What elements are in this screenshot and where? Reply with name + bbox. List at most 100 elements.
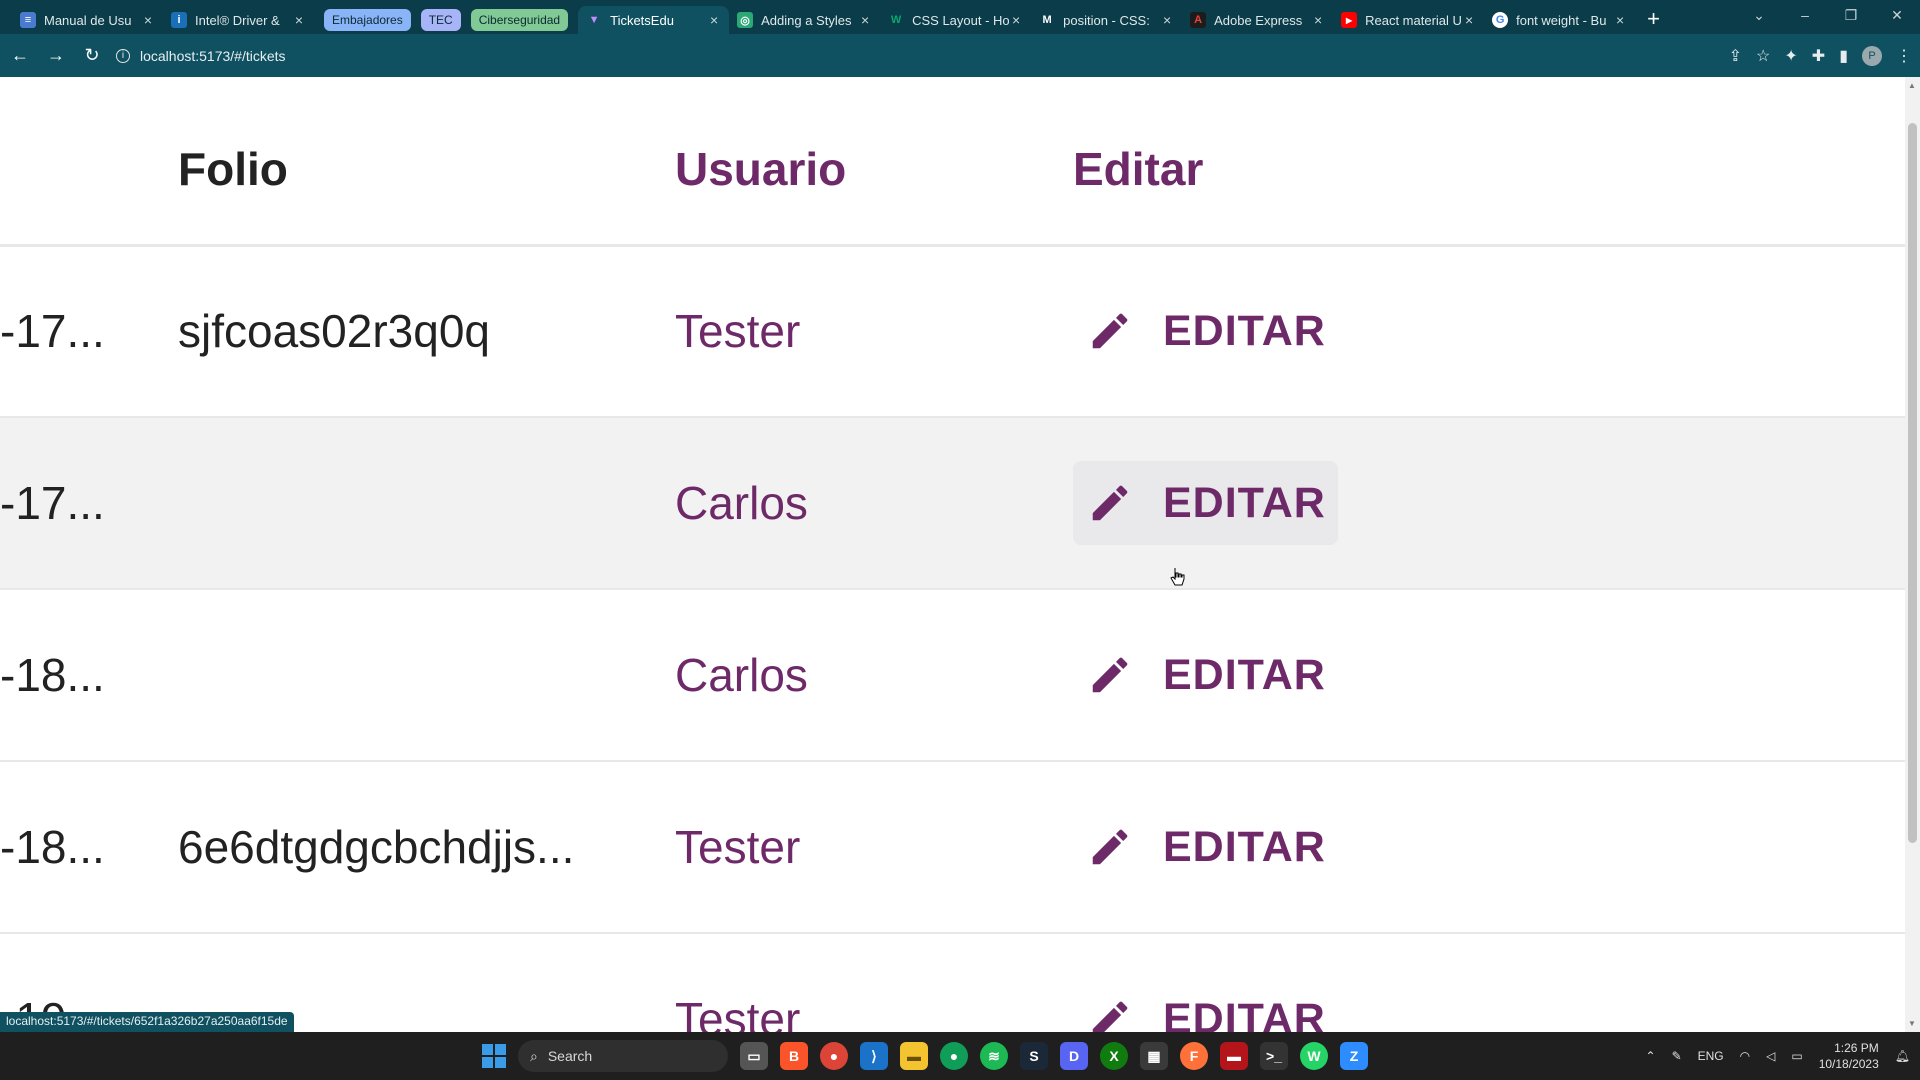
language-indicator[interactable]: ENG [1698, 1049, 1724, 1063]
close-icon[interactable]: × [1160, 12, 1174, 28]
brave-icon[interactable]: B [780, 1042, 808, 1070]
user-cell: Tester [675, 993, 801, 1032]
scroll-down-icon[interactable]: ▼ [1908, 1019, 1916, 1028]
battery-icon[interactable]: ▭ [1791, 1049, 1802, 1063]
share-icon[interactable]: ⇪ [1729, 46, 1742, 66]
extensions-puzzle-icon[interactable]: ✚ [1812, 46, 1825, 66]
bookmark-star-icon[interactable]: ☆ [1756, 46, 1770, 66]
user-cell: Tester [675, 305, 801, 358]
whatsapp-icon[interactable]: W [1300, 1042, 1328, 1070]
close-icon[interactable]: × [292, 12, 306, 28]
ticket-id-cell: -18... [0, 821, 105, 873]
maximize-button[interactable]: ❐ [1828, 0, 1874, 30]
user-cell: Carlos [675, 649, 808, 701]
close-icon[interactable]: × [141, 12, 155, 28]
chrome-icon[interactable]: ● [820, 1042, 848, 1070]
edit-button-label: EDITAR [1163, 478, 1326, 527]
close-window-button[interactable]: ✕ [1874, 0, 1920, 30]
notification-bell-icon[interactable]: 🔔︎ [1895, 1049, 1910, 1063]
menu-kebab-icon[interactable]: ⋮ [1896, 46, 1912, 66]
browser-toolbar: ← → ↻ i localhost:5173/#/tickets ⇪ ☆ ✦ ✚… [0, 34, 1920, 77]
chrome-profile-icon[interactable]: ● [940, 1042, 968, 1070]
vertical-scrollbar[interactable]: ▲ ▼ [1905, 77, 1920, 1032]
tab-search-icon[interactable]: ⌄ [1736, 0, 1782, 30]
edit-button[interactable]: EDITAR [1073, 289, 1338, 373]
tab-group-embajadores[interactable]: Embajadores [324, 9, 411, 31]
pen-icon[interactable]: ✎ [1672, 1049, 1682, 1063]
forward-icon[interactable]: → [40, 40, 72, 72]
tab-font-weight[interactable]: G font weight - Bu × [1484, 6, 1635, 34]
minimize-button[interactable]: – [1782, 0, 1828, 30]
xbox-icon[interactable]: X [1100, 1042, 1128, 1070]
profile-avatar[interactable]: P [1862, 45, 1882, 66]
windows-taskbar: ⌕ Search ▭ B ● ⟩ ▬ ● ≋ S D X ▦ F ▬ >_ W … [0, 1032, 1920, 1080]
reload-icon[interactable]: ↻ [76, 40, 108, 72]
terminal-icon[interactable]: >_ [1260, 1042, 1288, 1070]
clock[interactable]: 1:26 PM 10/18/2023 [1819, 1040, 1879, 1072]
site-info-icon[interactable]: i [116, 48, 130, 63]
edit-button[interactable]: EDITAR [1073, 805, 1338, 889]
address-bar[interactable]: i localhost:5173/#/tickets [116, 40, 286, 72]
close-icon[interactable]: × [1462, 12, 1476, 28]
youtube-icon: ▶ [1341, 12, 1358, 28]
folio-text: sjfcoas02r3q0q [178, 305, 490, 358]
tab-position-css[interactable]: M position - CSS: × [1031, 6, 1182, 34]
edit-button[interactable]: EDITAR [1073, 461, 1338, 545]
wifi-icon[interactable]: ◠ [1740, 1049, 1750, 1063]
volume-icon[interactable]: ◁ [1766, 1049, 1775, 1063]
edit-button[interactable]: EDITAR [1073, 633, 1338, 717]
back-icon[interactable]: ← [4, 40, 36, 72]
extension-icon[interactable]: ✦ [1784, 46, 1797, 66]
taskbar-apps: ⌕ Search ▭ B ● ⟩ ▬ ● ≋ S D X ▦ F ▬ >_ W … [482, 1038, 1368, 1074]
tab-group-ciberseguridad[interactable]: Ciberseguridad [470, 9, 569, 31]
firefox-icon[interactable]: F [1180, 1042, 1208, 1070]
tab-adding-styles[interactable]: ◎ Adding a Styles × [729, 6, 880, 34]
edit-cell: EDITAR [1073, 933, 1905, 1032]
vscode-icon[interactable]: ⟩ [860, 1042, 888, 1070]
close-icon[interactable]: × [707, 12, 721, 28]
tab-adobe-express[interactable]: A Adobe Express × [1182, 6, 1333, 34]
file-explorer-icon[interactable]: ▬ [900, 1042, 928, 1070]
clock-time: 1:26 PM [1834, 1041, 1879, 1055]
tab-group-tec[interactable]: TEC [420, 9, 461, 31]
tab-ticketsedu[interactable]: ▼ TicketsEdu × [578, 6, 730, 34]
close-icon[interactable]: × [1613, 12, 1627, 28]
tab-title: Adobe Express [1214, 12, 1303, 28]
spotify-icon[interactable]: ≋ [980, 1042, 1008, 1070]
edit-button[interactable]: EDITAR [1073, 977, 1338, 1032]
intel-icon: i [171, 12, 187, 28]
system-tray: ⌃ ✎ ENG ◠ ◁ ▭ 1:26 PM 10/18/2023 🔔︎ [1646, 1032, 1911, 1080]
zoom-icon[interactable]: Z [1340, 1042, 1368, 1070]
link-status-bar: localhost:5173/#/tickets/652f1a326b27a25… [0, 1012, 294, 1032]
close-icon[interactable]: × [1311, 12, 1325, 28]
store-icon[interactable]: ▦ [1140, 1042, 1168, 1070]
task-view-icon[interactable]: ▭ [740, 1042, 768, 1070]
side-panel-icon[interactable]: ▮ [1839, 46, 1848, 66]
tab-react-material[interactable]: ▶ React material U × [1333, 6, 1484, 34]
tab-title: font weight - Bu [1516, 12, 1607, 28]
scrollbar-thumb[interactable] [1908, 123, 1917, 843]
tab-intel-driver[interactable]: i Intel® Driver & × [163, 6, 314, 34]
mdn-icon: M [1042, 14, 1052, 26]
steam-icon[interactable]: S [1020, 1042, 1048, 1070]
close-icon[interactable]: × [1009, 12, 1023, 28]
search-placeholder: Search [547, 1048, 593, 1064]
tab-css-layout[interactable]: W CSS Layout - Ho × [880, 6, 1031, 34]
tab-title: React material U [1365, 12, 1462, 28]
scroll-up-icon[interactable]: ▲ [1908, 81, 1916, 90]
discord-icon[interactable]: D [1060, 1042, 1088, 1070]
pencil-icon [1092, 657, 1128, 693]
url-text[interactable]: localhost:5173/#/tickets [140, 48, 286, 64]
chevron-up-icon[interactable]: ⌃ [1646, 1049, 1656, 1063]
close-icon[interactable]: × [858, 12, 872, 28]
folio-cell: 6e6dtgdgcbchdjjs... [178, 761, 675, 933]
new-tab-button[interactable]: + [1647, 6, 1660, 32]
tab-manual-usuario[interactable]: ≡ Manual de Usu × [12, 6, 163, 34]
vite-icon: ▼ [588, 14, 600, 26]
taskbar-search[interactable]: ⌕ Search [518, 1040, 728, 1072]
windows-start-icon[interactable] [482, 1044, 506, 1068]
app-red-icon[interactable]: ▬ [1220, 1042, 1248, 1070]
folio-cell: sjfcoas02r3q0q [178, 245, 675, 417]
tab-title: Manual de Usu [44, 12, 132, 28]
pencil-icon [1092, 313, 1128, 349]
